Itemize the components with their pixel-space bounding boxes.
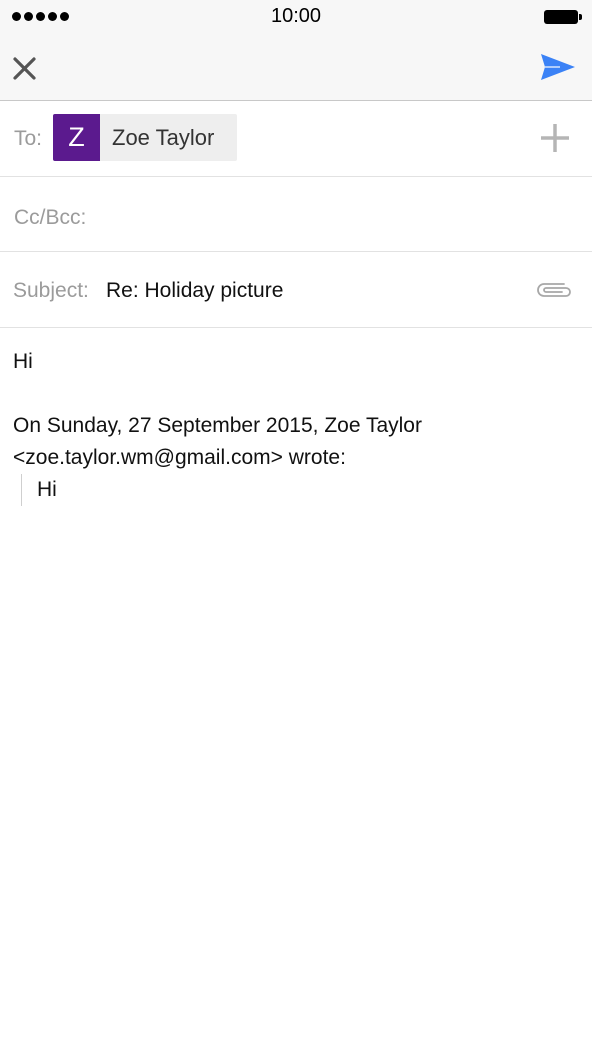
compose-screen: 10:00 To: Z Zoe Taylor Cc/Bcc: Subject: … xyxy=(0,0,592,1052)
add-recipient-button[interactable] xyxy=(538,121,572,155)
status-bar: 10:00 xyxy=(0,0,592,36)
send-icon xyxy=(541,54,575,80)
navigation-bar xyxy=(0,36,592,101)
cc-bcc-field-row[interactable]: Cc/Bcc: xyxy=(0,177,592,252)
status-time: 10:00 xyxy=(270,5,322,27)
battery-full-icon xyxy=(544,10,582,24)
send-button[interactable] xyxy=(540,52,576,82)
subject-input[interactable]: Re: Holiday picture xyxy=(106,279,283,303)
cc-bcc-label: Cc/Bcc: xyxy=(14,206,87,229)
to-label: To: xyxy=(14,127,43,150)
quoted-message: Hi xyxy=(21,474,573,506)
to-field-row[interactable]: To: Z Zoe Taylor xyxy=(0,101,592,177)
attach-button[interactable] xyxy=(534,278,574,302)
quote-header-line1: On Sunday, 27 September 2015, Zoe Taylor xyxy=(13,414,422,437)
close-button[interactable] xyxy=(10,52,40,82)
message-body[interactable]: Hi On Sunday, 27 September 2015, Zoe Tay… xyxy=(13,346,573,506)
quote-header-line2: <zoe.taylor.wm@gmail.com> wrote: xyxy=(13,446,346,469)
plus-icon xyxy=(541,124,569,152)
body-greeting: Hi xyxy=(13,350,33,373)
recipient-avatar: Z xyxy=(53,114,100,161)
subject-field-row[interactable]: Subject: Re: Holiday picture xyxy=(0,252,592,328)
close-icon xyxy=(13,57,36,80)
quoted-text: Hi xyxy=(37,478,57,501)
subject-label: Subject: xyxy=(13,279,89,302)
recipient-chip[interactable]: Z Zoe Taylor xyxy=(53,114,237,161)
paperclip-icon xyxy=(537,283,571,297)
recipient-name: Zoe Taylor xyxy=(112,124,215,150)
